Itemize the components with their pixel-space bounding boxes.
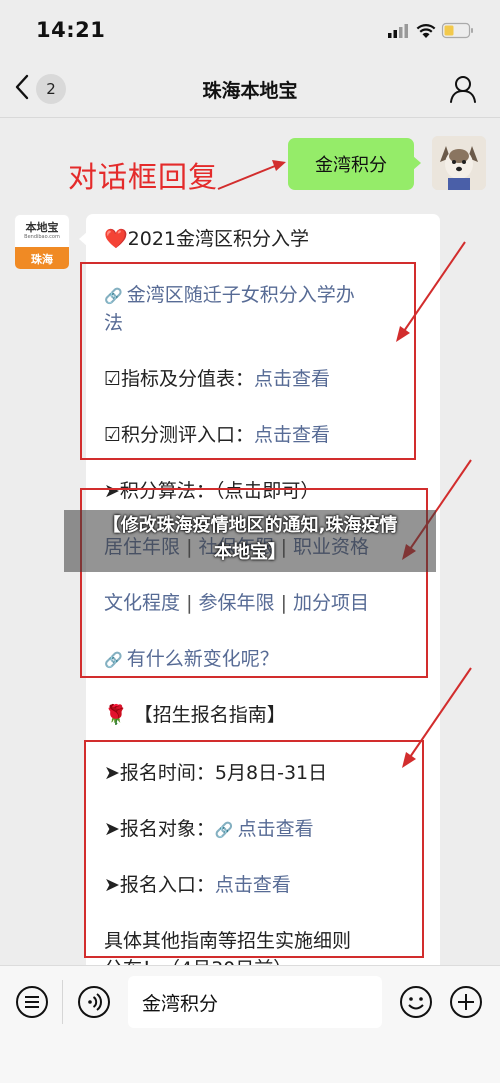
reg-target-row: ➤报名对象：🔗 点击查看 (104, 816, 314, 843)
annotation-arrow-1 (396, 241, 466, 342)
chevron-left-icon (14, 74, 30, 104)
input-bar: 金湾积分 (0, 965, 500, 1083)
reg-time-label: ➤报名时间： (104, 762, 215, 784)
overlay-caption-line2: 本地宝】 (214, 542, 286, 563)
overlay-caption-line1: 【修改珠海疫情地区的通知,珠海疫情 (102, 515, 398, 536)
reg-target-link[interactable]: 点击查看 (238, 818, 314, 840)
reg-entry-link[interactable]: 点击查看 (215, 874, 291, 896)
reg-time-value: 5月8日-31日 (214, 762, 328, 784)
divider (62, 980, 63, 1024)
person-icon (448, 76, 478, 108)
indicator-row: ☑指标及分值表：点击查看 (104, 366, 330, 392)
separator: | (280, 592, 287, 614)
rose-emoji-icon: 🌹 (104, 704, 128, 726)
annotation-label: 对话框回复 (68, 160, 219, 194)
indicator-link[interactable]: 点击查看 (254, 368, 330, 390)
indicator-label: ☑指标及分值表： (104, 368, 255, 390)
reply-message-bubble: ❤️2021金湾区积分入学 🔗 金湾区随迁子女积分入学办 法 ☑指标及分值表：点击… (79, 214, 440, 965)
migrant-policy-link-line2[interactable]: 法 (104, 312, 123, 334)
dog-avatar-icon (432, 136, 486, 190)
guide-title: 【招生报名指南】 (133, 704, 286, 726)
link-icon: 🔗 (214, 821, 234, 839)
overlay-caption: 【修改珠海疫情地区的通知,珠海疫情 本地宝】 (64, 512, 436, 566)
unread-count-badge: 2 (36, 74, 66, 104)
menu-button[interactable] (14, 984, 50, 1020)
status-icons (388, 22, 478, 39)
insurance-years-link[interactable]: 参保年限 (199, 592, 275, 614)
reg-time-row: ➤报名时间：5月8日-31日 (104, 760, 327, 786)
emoji-button[interactable] (398, 984, 434, 1020)
reply-title-row: ❤️2021金湾区积分入学 (104, 226, 309, 252)
migrant-link-row-2: 法 (104, 310, 123, 336)
changes-link[interactable]: 有什么新变化呢？ (127, 648, 279, 670)
algo-label: ➤积分算法：（点击即可） (104, 480, 320, 502)
annotation-arrow-3 (402, 667, 472, 768)
details-line: 具体其他指南等招生实施细则 (104, 930, 352, 952)
plus-icon (448, 986, 484, 1024)
nav-bar: 2 珠海本地宝 (0, 60, 500, 118)
reg-entry-label: ➤报名入口： (104, 874, 215, 896)
reg-target-label: ➤报名对象： (104, 818, 215, 840)
message-input[interactable]: 金湾积分 (128, 976, 382, 1028)
smiley-icon (398, 986, 434, 1024)
link-icon: 🔗 (104, 651, 123, 669)
more-button[interactable] (448, 984, 484, 1020)
status-bar: 14:21 (0, 0, 500, 60)
signal-icon (388, 24, 408, 38)
changes-row: 🔗 有什么新变化呢？ (104, 646, 279, 673)
oa-city: 珠海 (15, 247, 69, 269)
test-entry-link[interactable]: 点击查看 (254, 424, 330, 446)
sent-message-text: 金湾积分 (315, 155, 387, 176)
sent-message-bubble[interactable]: 金湾积分 (288, 138, 421, 190)
reply-title: 2021金湾区积分入学 (127, 228, 310, 250)
link-icon: 🔗 (104, 287, 123, 305)
back-button[interactable]: 2 (14, 72, 84, 106)
test-row: ☑积分测评入口：点击查看 (104, 422, 330, 448)
status-time: 14:21 (36, 18, 106, 42)
profile-button[interactable] (448, 74, 478, 104)
battery-icon (441, 22, 473, 39)
migrant-policy-link-line1[interactable]: 金湾区随迁子女积分入学办 (127, 284, 355, 306)
separator: | (186, 592, 193, 614)
user-avatar[interactable] (432, 136, 486, 190)
education-level-link[interactable]: 文化程度 (104, 592, 180, 614)
oa-domain: Bendibao.com (24, 233, 60, 240)
details-cut-line: 公布！（4月30日前） (104, 956, 292, 965)
official-account-avatar[interactable]: 本地宝 Bendibao.com 珠海 (14, 214, 70, 270)
heart-emoji-icon: ❤️ (104, 228, 128, 250)
oa-logo-text: 本地宝 (25, 220, 59, 234)
wifi-icon (416, 23, 436, 38)
reg-entry-row: ➤报名入口：点击查看 (104, 872, 291, 898)
voice-icon (76, 986, 112, 1024)
guide-title-row: 🌹 【招生报名指南】 (104, 702, 286, 728)
algo-row-2: 文化程度 | 参保年限 | 加分项目 (104, 590, 369, 616)
bonus-items-link[interactable]: 加分项目 (293, 592, 369, 614)
migrant-link-row: 🔗 金湾区随迁子女积分入学办 (104, 282, 355, 309)
annotation-arrow (217, 160, 286, 190)
voice-button[interactable] (76, 984, 112, 1020)
test-label: ☑积分测评入口： (104, 424, 255, 446)
menu-icon (14, 986, 50, 1024)
